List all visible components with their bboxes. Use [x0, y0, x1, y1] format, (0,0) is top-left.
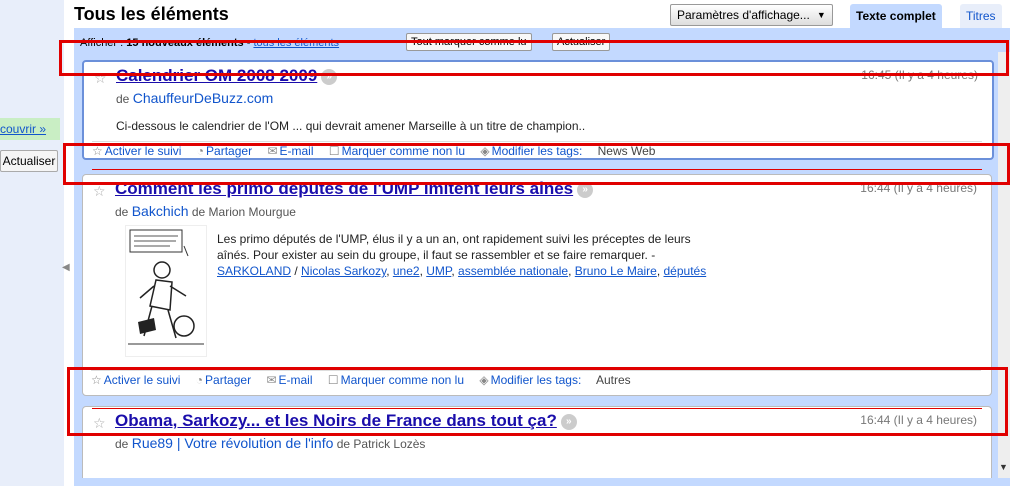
tag-link[interactable]: Nicolas Sarkozy	[301, 264, 386, 278]
scroll-down-icon[interactable]: ▼	[999, 462, 1008, 472]
tag-link[interactable]: UMP	[426, 264, 451, 278]
annotation-box	[67, 367, 1008, 436]
tab-titles[interactable]: Titres	[960, 4, 1002, 28]
tag-link[interactable]: une2	[393, 264, 420, 278]
discover-link[interactable]: couvrir »	[0, 118, 60, 140]
entry-source: de ChauffeurDeBuzz.com	[116, 90, 273, 106]
source-link[interactable]: Bakchich	[132, 203, 189, 219]
tab-full-text[interactable]: Texte complet	[850, 4, 942, 28]
article-cartoon-image	[125, 225, 207, 357]
entry-body: Ci-dessous le calendrier de l'OM ... qui…	[116, 119, 586, 133]
star-icon[interactable]: ☆	[93, 183, 106, 200]
collapse-sidebar-icon[interactable]: ◀	[62, 262, 70, 273]
source-link[interactable]: ChauffeurDeBuzz.com	[133, 90, 274, 106]
source-prefix: de	[115, 437, 129, 451]
left-sidebar	[0, 0, 64, 486]
annotation-line	[92, 169, 982, 170]
tag-link[interactable]: Bruno Le Maire	[575, 264, 657, 278]
entry-author: de Marion Mourgue	[191, 205, 296, 219]
sidebar-refresh-button[interactable]: Actualiser	[0, 150, 58, 172]
annotation-line	[92, 408, 982, 409]
entry-body: Les primo députés de l'UMP, élus il y a …	[217, 232, 707, 278]
entry-card[interactable]: ☆ Comment les primo députés de l'UMP imi…	[82, 174, 992, 396]
tag-link[interactable]: députés	[664, 264, 707, 278]
page-title: Tous les éléments	[74, 4, 229, 24]
bottom-toolbar	[74, 478, 1010, 486]
annotation-box	[59, 40, 1009, 76]
entry-body-text: Les primo députés de l'UMP, élus il y a …	[217, 232, 691, 262]
display-settings-dropdown[interactable]: Paramètres d'affichage... ▼	[670, 4, 833, 26]
source-prefix: de	[115, 205, 129, 219]
entry-source: de Bakchich de Marion Mourgue	[115, 203, 296, 219]
entry-source: de Rue89 | Votre révolution de l'info de…	[115, 435, 425, 451]
source-prefix: de	[116, 92, 130, 106]
source-link[interactable]: Rue89 | Votre révolution de l'info	[132, 435, 334, 451]
tag-link[interactable]: SARKOLAND	[217, 264, 291, 278]
entry-author: de Patrick Lozès	[336, 437, 426, 451]
display-settings-label: Paramètres d'affichage...	[677, 8, 810, 22]
tag-link[interactable]: assemblée nationale	[458, 264, 568, 278]
annotation-box	[63, 143, 1010, 185]
chevron-down-icon: ▼	[816, 10, 826, 20]
